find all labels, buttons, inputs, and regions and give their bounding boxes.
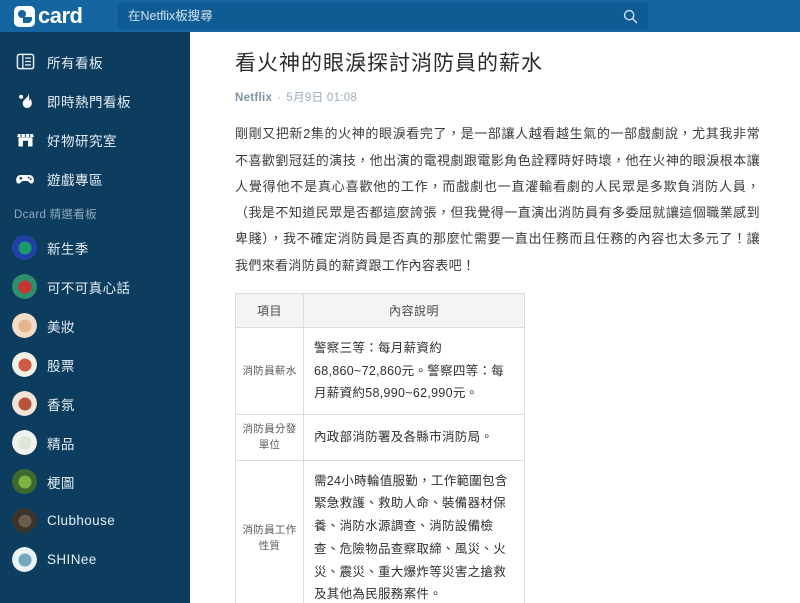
sidebar-board-shinee[interactable]: SHINee: [0, 540, 190, 579]
table-cell-item: 消防員分發單位: [235, 414, 304, 461]
table-row: 消防員分發單位 內政部消防署及各縣市消防局。: [235, 414, 525, 461]
dcard-page: card 在Netflix板搜尋 所有看板 即時熱門看板 好物研究室 遊戲專區 …: [0, 0, 800, 603]
page-title: 看火神的眼淚探討消防員的薪水: [235, 52, 543, 75]
firefighter-info-table: 項目 內容說明 消防員薪水 警察三等：每月薪資約68,860~72,860元。警…: [235, 292, 525, 603]
meta-separator: ·: [277, 92, 282, 105]
table-cell-description: 需24小時輪值服勤，工作範圍包含緊急救護、救助人命、裝備器材保養、消防水源調查、…: [303, 459, 525, 603]
sidebar-item-label: 好物研究室: [47, 133, 117, 149]
board-avatar: [12, 430, 37, 455]
sidebar-board-meme[interactable]: 梗圖: [0, 462, 190, 501]
board-label: 梗圖: [47, 475, 75, 491]
sidebar: 所有看板 即時熱門看板 好物研究室 遊戲專區 Dcard 精選看板 新生季 可不…: [0, 32, 190, 603]
search-input[interactable]: [118, 3, 612, 29]
sidebar-item-shop-lab[interactable]: 好物研究室: [0, 120, 190, 159]
sidebar-board-clubhouse[interactable]: Clubhouse: [0, 501, 190, 540]
gamepad-icon: [14, 168, 36, 190]
board-label: 股票: [47, 358, 75, 374]
board-label: 可不可真心話: [47, 280, 131, 296]
post-meta: Netflix · 5月9日 01:08: [235, 89, 760, 105]
search-button[interactable]: [612, 3, 648, 29]
table-cell-description: 警察三等：每月薪資約68,860~72,860元。警察四等：每月薪資約58,99…: [303, 326, 525, 416]
sidebar-board-beauty[interactable]: 美妝: [0, 306, 190, 345]
sidebar-section-title: Dcard 精選看板: [14, 209, 97, 221]
board-avatar: [12, 235, 37, 260]
sidebar-item-label: 所有看板: [47, 55, 103, 71]
sidebar-board-kebuke[interactable]: 可不可真心話: [0, 267, 190, 306]
dcard-logo-icon: [14, 5, 35, 27]
board-avatar: [12, 508, 37, 533]
search-icon: [623, 9, 638, 24]
board-avatar: [12, 352, 37, 377]
table-header-description: 內容說明: [303, 292, 525, 328]
board-avatar: [12, 469, 37, 494]
sidebar-board-luxury[interactable]: 精品: [0, 423, 190, 462]
board-label: SHINee: [47, 552, 97, 567]
sidebar-item-game-zone[interactable]: 遊戲專區: [0, 159, 190, 198]
dcard-logo-text: card: [38, 3, 83, 28]
search-bar[interactable]: [118, 3, 648, 29]
table-row: 消防員薪水 警察三等：每月薪資約68,860~72,860元。警察四等：每月薪資…: [235, 326, 525, 416]
board-avatar: [12, 313, 37, 338]
board-avatar: [12, 274, 37, 299]
board-label: 香氛: [47, 397, 75, 413]
top-navigation-bar: card: [0, 0, 800, 32]
post-body-text: 剛剛又把新2集的火神的眼淚看完了，是一部讓人越看越生氣的一部戲劇說，尤其我非常不…: [235, 126, 760, 273]
dcard-logo[interactable]: card: [0, 0, 118, 32]
post-timestamp: 5月9日 01:08: [286, 92, 358, 105]
board-avatar: [12, 391, 37, 416]
sidebar-item-label: 遊戲專區: [47, 172, 103, 188]
board-label: 美妝: [47, 319, 75, 335]
sidebar-board-fragrance[interactable]: 香氛: [0, 384, 190, 423]
table-row: 消防員工作性質 需24小時輪值服勤，工作範圍包含緊急救護、救助人命、裝備器材保養…: [235, 459, 525, 603]
board-label: 精品: [47, 436, 75, 452]
table-cell-description: 內政部消防署及各縣市消防局。: [303, 414, 525, 461]
post-board-name[interactable]: Netflix: [235, 92, 272, 104]
post-content-area: 看火神的眼淚探討消防員的薪水 Netflix · 5月9日 01:08 剛剛又把新2…: [190, 32, 800, 603]
table-header-row: 項目 內容說明: [235, 292, 525, 328]
store-icon: [14, 129, 36, 151]
list-board-icon: [14, 51, 36, 73]
table-header-item: 項目: [235, 292, 304, 328]
sidebar-item-all-boards[interactable]: 所有看板: [0, 42, 190, 81]
board-label: 新生季: [47, 241, 89, 257]
sidebar-item-label: 即時熱門看板: [47, 94, 131, 110]
sidebar-board-xinshengji[interactable]: 新生季: [0, 228, 190, 267]
sidebar-board-stock[interactable]: 股票: [0, 345, 190, 384]
flame-icon: [14, 90, 36, 112]
board-avatar: [12, 547, 37, 572]
sidebar-item-trending-boards[interactable]: 即時熱門看板: [0, 81, 190, 120]
table-cell-item: 消防員工作性質: [235, 459, 304, 603]
board-label: Clubhouse: [47, 513, 116, 528]
table-cell-item: 消防員薪水: [235, 326, 304, 416]
